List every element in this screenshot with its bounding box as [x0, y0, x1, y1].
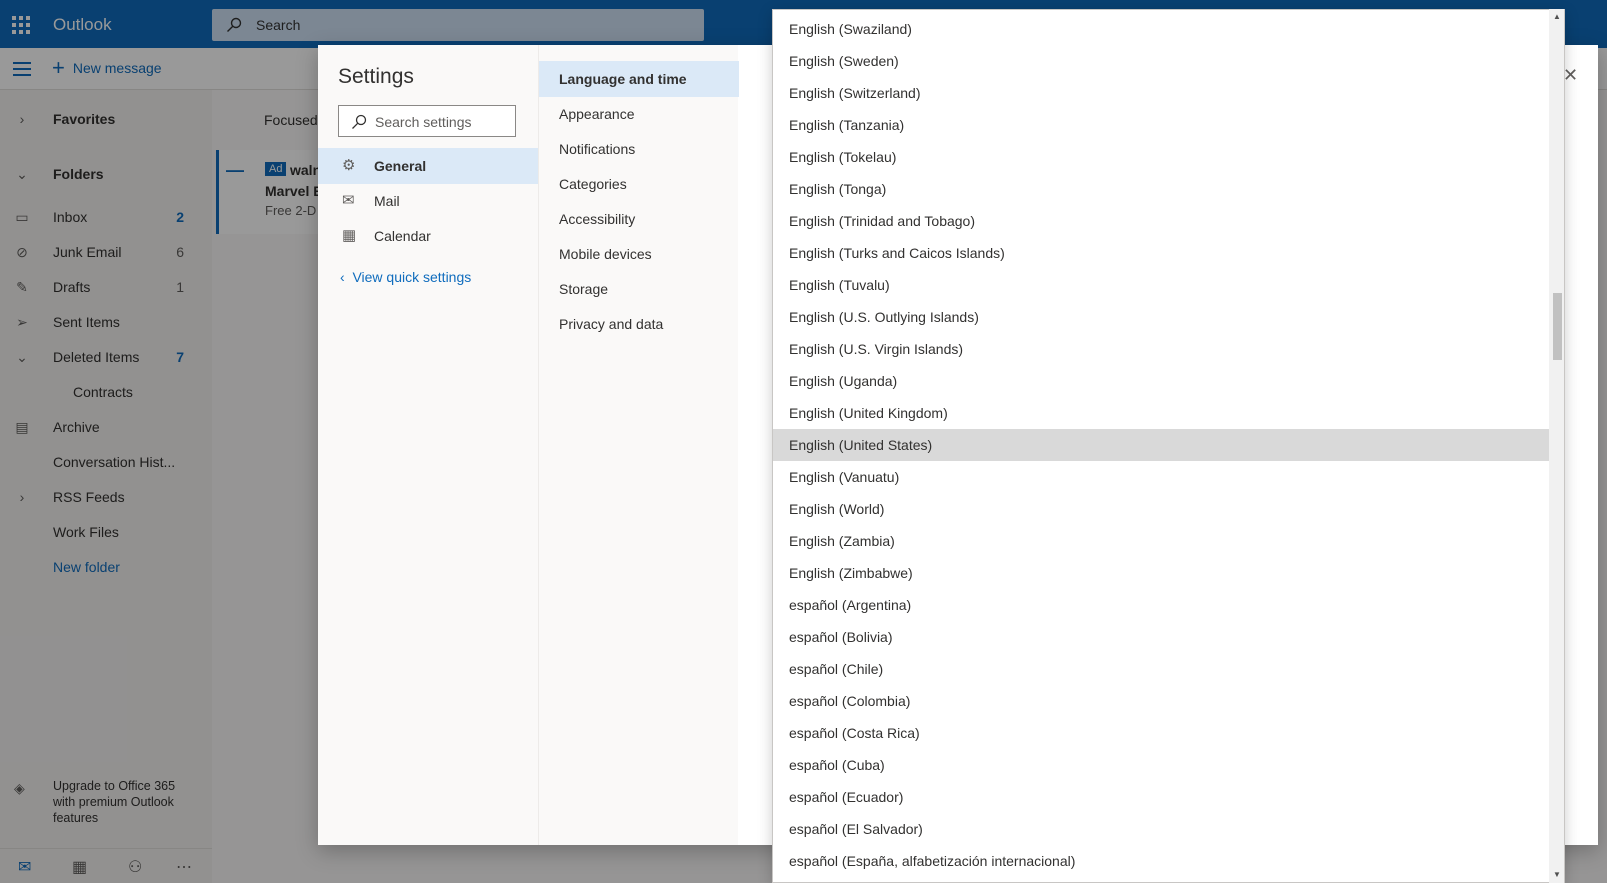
settings-category-mail[interactable]: ✉ Mail [318, 183, 538, 219]
settings-title: Settings [338, 65, 414, 88]
language-option[interactable]: English (Turks and Caicos Islands) [773, 237, 1549, 269]
language-option[interactable]: español (El Salvador) [773, 813, 1549, 845]
dropdown-scrollbar[interactable] [1549, 9, 1564, 883]
language-option[interactable]: español (Colombia) [773, 685, 1549, 717]
language-option[interactable]: español (Ecuador) [773, 781, 1549, 813]
language-option-label: español (España, alfabetización internac… [789, 853, 1076, 869]
language-option-label: English (Tonga) [789, 181, 887, 197]
language-option-label: English (World) [789, 501, 885, 517]
quick-settings-label: View quick settings [352, 269, 472, 285]
language-option-label: English (Tokelau) [789, 149, 897, 165]
subcategory-label: Categories [559, 176, 627, 192]
settings-search-input[interactable]: Search settings [338, 105, 516, 137]
language-option-label: English (U.S. Virgin Islands) [789, 341, 964, 357]
language-option-label: English (United Kingdom) [789, 405, 948, 421]
settings-category-general[interactable]: ⚙ General [318, 148, 538, 184]
calendar-icon: ▦ [342, 227, 357, 244]
scroll-down-arrow-icon[interactable]: ▼ [1553, 870, 1561, 879]
subcategory-label: Appearance [559, 106, 635, 122]
settings-subcategory-pane: Language and time Appearance Notificatio… [538, 45, 739, 845]
scrollbar-thumb[interactable] [1553, 293, 1562, 360]
chevron-left-icon: ‹ [340, 269, 345, 285]
language-option-label: español (Argentina) [789, 597, 912, 613]
category-label: General [374, 158, 427, 174]
language-option-label: español (Colombia) [789, 693, 911, 709]
settings-category-calendar[interactable]: ▦ Calendar [318, 218, 538, 254]
language-option[interactable]: español (España, alfabetización internac… [773, 845, 1549, 877]
settings-search-placeholder: Search settings [375, 114, 472, 130]
language-option[interactable]: English (Tonga) [773, 173, 1549, 205]
language-option-label: español (Chile) [789, 661, 884, 677]
language-option[interactable]: English (Sweden) [773, 45, 1549, 77]
view-quick-settings-link[interactable]: ‹ View quick settings [340, 269, 471, 285]
category-label: Calendar [374, 228, 431, 244]
language-option[interactable]: English (U.S. Outlying Islands) [773, 301, 1549, 333]
subcategory-label: Accessibility [559, 211, 636, 227]
language-dropdown-list[interactable]: English (Swaziland) English (Sweden) Engli… [772, 9, 1565, 883]
subcategory-accessibility[interactable]: Accessibility [539, 201, 739, 237]
language-option[interactable]: English (Zambia) [773, 525, 1549, 557]
language-option[interactable]: English (Tanzania) [773, 109, 1549, 141]
subcategory-label: Notifications [559, 141, 636, 157]
language-option-label: English (Trinidad and Tobago) [789, 213, 976, 229]
language-option[interactable]: English (Trinidad and Tobago) [773, 205, 1549, 237]
subcategory-categories[interactable]: Categories [539, 166, 739, 202]
subcategory-mobile-devices[interactable]: Mobile devices [539, 236, 739, 272]
language-option[interactable]: español (Cuba) [773, 749, 1549, 781]
language-option-label: English (U.S. Outlying Islands) [789, 309, 979, 325]
language-option[interactable]: español (Argentina) [773, 589, 1549, 621]
category-label: Mail [374, 193, 400, 209]
language-option[interactable]: English (World) [773, 493, 1549, 525]
language-option-label: English (United States) [789, 437, 933, 453]
language-option-label: español (Ecuador) [789, 789, 904, 805]
search-icon [352, 114, 367, 129]
gear-icon: ⚙ [342, 157, 356, 174]
language-option[interactable]: English (United States) [773, 429, 1549, 461]
scroll-up-arrow-icon[interactable]: ▲ [1553, 12, 1561, 21]
language-option[interactable]: español (Chile) [773, 653, 1549, 685]
language-option-label: español (El Salvador) [789, 821, 923, 837]
subcategory-notifications[interactable]: Notifications [539, 131, 739, 167]
mail-icon: ✉ [342, 192, 355, 209]
subcategory-language-and-time[interactable]: Language and time [539, 61, 739, 97]
language-option-label: español (Costa Rica) [789, 725, 920, 741]
language-option-label: English (Uganda) [789, 373, 898, 389]
language-option[interactable]: English (United Kingdom) [773, 397, 1549, 429]
subcategory-appearance[interactable]: Appearance [539, 96, 739, 132]
language-option[interactable]: English (Uganda) [773, 365, 1549, 397]
language-option-label: English (Zambia) [789, 533, 895, 549]
subcategory-storage[interactable]: Storage [539, 271, 739, 307]
language-option[interactable]: English (Zimbabwe) [773, 557, 1549, 589]
language-option-label: English (Zimbabwe) [789, 565, 913, 581]
settings-category-pane: Settings Search settings ⚙ General ✉ Mai… [318, 45, 538, 845]
subcategory-privacy-and-data[interactable]: Privacy and data [539, 306, 739, 342]
language-option-label: español (Cuba) [789, 757, 885, 773]
language-option-label: English (Tuvalu) [789, 277, 890, 293]
language-option[interactable]: English (Switzerland) [773, 77, 1549, 109]
language-option[interactable]: English (U.S. Virgin Islands) [773, 333, 1549, 365]
language-option[interactable]: English (Swaziland) [773, 13, 1549, 45]
language-option[interactable]: English (Vanuatu) [773, 461, 1549, 493]
subcategory-label: Privacy and data [559, 316, 664, 332]
close-icon[interactable]: ✕ [1563, 65, 1578, 86]
language-option-label: English (Vanuatu) [789, 469, 900, 485]
language-option-label: English (Sweden) [789, 53, 899, 69]
language-option-label: English (Turks and Caicos Islands) [789, 245, 1005, 261]
language-option[interactable]: English (Tuvalu) [773, 269, 1549, 301]
subcategory-label: Mobile devices [559, 246, 652, 262]
language-option[interactable]: English (Tokelau) [773, 141, 1549, 173]
language-option[interactable]: español (Bolivia) [773, 621, 1549, 653]
language-option-label: English (Switzerland) [789, 85, 921, 101]
language-option[interactable]: español (Costa Rica) [773, 717, 1549, 749]
language-option-label: English (Swaziland) [789, 21, 912, 37]
subcategory-label: Storage [559, 281, 609, 297]
subcategory-label: Language and time [559, 71, 687, 87]
language-option-label: English (Tanzania) [789, 117, 905, 133]
language-option-label: español (Bolivia) [789, 629, 893, 645]
